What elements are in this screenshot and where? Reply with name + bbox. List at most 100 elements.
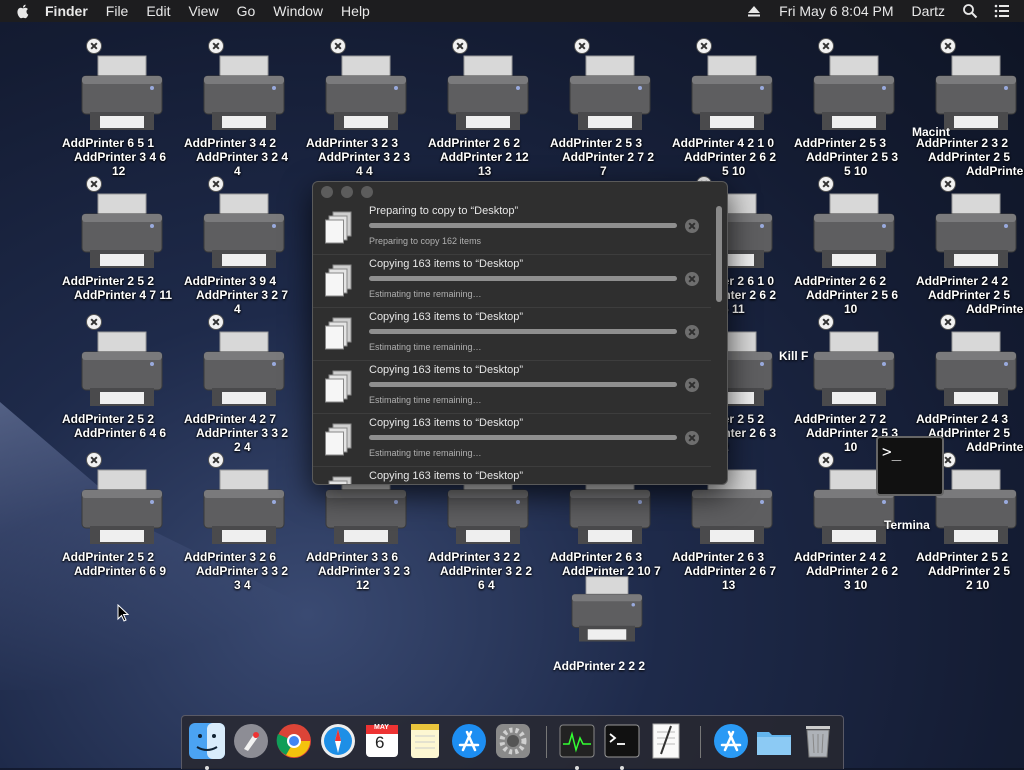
- notification-center-icon[interactable]: [994, 3, 1010, 19]
- printer-icon[interactable]: [198, 468, 290, 548]
- trash-icon[interactable]: [799, 722, 837, 760]
- macintosh-hd-label[interactable]: Macint: [912, 125, 950, 139]
- printer-icon[interactable]: [76, 192, 168, 272]
- apple-menu-icon[interactable]: [16, 3, 30, 19]
- printer-label[interactable]: AddPrinter 3 2 2: [428, 550, 520, 564]
- system-preferences-icon[interactable]: [494, 722, 532, 760]
- finder-menu[interactable]: Finder: [36, 0, 97, 22]
- folder-icon[interactable]: [755, 722, 793, 760]
- printer-icon[interactable]: [320, 54, 412, 134]
- printer-icon[interactable]: [930, 330, 1022, 410]
- activity-monitor-icon[interactable]: [558, 722, 596, 760]
- printer-icon[interactable]: [198, 192, 290, 272]
- remove-item-icon[interactable]: [208, 314, 224, 330]
- remove-item-icon[interactable]: [818, 176, 834, 192]
- terminal-label[interactable]: Termina: [884, 518, 930, 532]
- printer-icon[interactable]: [198, 330, 290, 410]
- safari-icon[interactable]: [319, 722, 357, 760]
- remove-item-icon[interactable]: [208, 176, 224, 192]
- printer-icon[interactable]: [442, 54, 534, 134]
- help-menu[interactable]: Help: [332, 0, 379, 22]
- desktop-printer-icon[interactable]: AddPrinter 2 5 2 AddPrinter 2 52 10: [916, 452, 1024, 592]
- scrollbar-thumb[interactable]: [716, 206, 722, 302]
- printer-label[interactable]: AddPrinter 3 4 2: [184, 136, 276, 150]
- printer-label[interactable]: AddPrinter 2 2 2: [553, 659, 645, 673]
- remove-item-icon[interactable]: [330, 38, 346, 54]
- app-store-downloads-icon[interactable]: [712, 722, 750, 760]
- eject-icon[interactable]: [746, 3, 762, 19]
- clock[interactable]: Fri May 6 8:04 PM: [770, 0, 902, 22]
- printer-label[interactable]: AddPrinter 2 5 2: [62, 274, 154, 288]
- printer-label[interactable]: AddPrinter 2 5 3: [794, 136, 886, 150]
- printer-label[interactable]: AddPrinter 3 9 4: [184, 274, 276, 288]
- zoom-window-button[interactable]: [361, 186, 373, 198]
- printer-icon[interactable]: [562, 575, 652, 645]
- remove-item-icon[interactable]: [818, 314, 834, 330]
- launchpad-icon[interactable]: [232, 722, 270, 760]
- printer-label[interactable]: AddPrinter 3 2 6: [184, 550, 276, 564]
- stop-copy-button[interactable]: [685, 272, 699, 286]
- printer-label[interactable]: AddPrinter 2 6 3: [550, 550, 642, 564]
- printer-icon[interactable]: [930, 192, 1022, 272]
- printer-label[interactable]: AddPrinter 4 2 7: [184, 412, 276, 426]
- printer-label[interactable]: AddPrinter 2 5 2: [62, 550, 154, 564]
- desktop-printer-icon[interactable]: AddPrinter 2 4 3 AddPrinter 2 5 AddPrinter…: [916, 314, 1024, 454]
- remove-item-icon[interactable]: [940, 38, 956, 54]
- chrome-icon[interactable]: [275, 722, 313, 760]
- printer-icon[interactable]: [808, 330, 900, 410]
- printer-icon[interactable]: [76, 330, 168, 410]
- printer-label[interactable]: AddPrinter 2 7 2: [794, 412, 886, 426]
- dialog-scrollbar[interactable]: [716, 206, 722, 478]
- terminal-icon[interactable]: >_: [876, 436, 944, 496]
- remove-item-icon[interactable]: [818, 38, 834, 54]
- copy-progress-window[interactable]: Preparing to copy to “Desktop” Preparing…: [312, 181, 728, 485]
- app-store-icon[interactable]: [450, 722, 488, 760]
- remove-item-icon[interactable]: [86, 38, 102, 54]
- remove-item-icon[interactable]: [940, 314, 956, 330]
- desktop-printer-icon[interactable]: AddPrinter 2 4 2 AddPrinter 2 5 AddPrinter…: [916, 176, 1024, 316]
- printer-label[interactable]: AddPrinter 2 5 2: [916, 550, 1008, 564]
- kill-label[interactable]: Kill F: [779, 349, 808, 363]
- printer-label[interactable]: AddPrinter 2 6 3: [672, 550, 764, 564]
- stop-copy-button[interactable]: [685, 431, 699, 445]
- remove-item-icon[interactable]: [696, 38, 712, 54]
- remove-item-icon[interactable]: [574, 38, 590, 54]
- printer-icon[interactable]: [808, 54, 900, 134]
- printer-label[interactable]: AddPrinter 6 5 1: [62, 136, 154, 150]
- stop-copy-button[interactable]: [685, 219, 699, 233]
- printer-label[interactable]: AddPrinter 2 4 2: [916, 274, 1008, 288]
- notes-icon[interactable]: [406, 722, 444, 760]
- remove-item-icon[interactable]: [208, 452, 224, 468]
- textedit-icon[interactable]: [647, 722, 685, 760]
- printer-icon[interactable]: [808, 192, 900, 272]
- terminal-icon[interactable]: [603, 722, 641, 760]
- file-menu[interactable]: File: [97, 0, 138, 22]
- remove-item-icon[interactable]: [818, 452, 834, 468]
- printer-icon[interactable]: [76, 54, 168, 134]
- printer-label[interactable]: AddPrinter 2 6 2: [794, 274, 886, 288]
- stop-copy-button[interactable]: [685, 325, 699, 339]
- printer-label[interactable]: AddPrinter 2 5 2: [62, 412, 154, 426]
- close-window-button[interactable]: [321, 186, 333, 198]
- remove-item-icon[interactable]: [86, 176, 102, 192]
- printer-label[interactable]: AddPrinter 2 4 3: [916, 412, 1008, 426]
- printer-icon[interactable]: [198, 54, 290, 134]
- remove-item-icon[interactable]: [86, 314, 102, 330]
- printer-label[interactable]: AddPrinter 3 3 6: [306, 550, 398, 564]
- stop-copy-button[interactable]: [685, 378, 699, 392]
- printer-label[interactable]: AddPrinter 2 4 2: [794, 550, 886, 564]
- remove-item-icon[interactable]: [940, 176, 956, 192]
- view-menu[interactable]: View: [179, 0, 227, 22]
- printer-label[interactable]: AddPrinter 3 2 3: [306, 136, 398, 150]
- finder-icon[interactable]: [188, 722, 226, 760]
- printer-icon[interactable]: [564, 54, 656, 134]
- spotlight-search-icon[interactable]: [962, 3, 978, 19]
- window-menu[interactable]: Window: [264, 0, 332, 22]
- printer-icon[interactable]: [686, 54, 778, 134]
- printer-label[interactable]: AddPrinter 2 6 2: [428, 136, 520, 150]
- window-titlebar[interactable]: [313, 182, 727, 202]
- minimize-window-button[interactable]: [341, 186, 353, 198]
- remove-item-icon[interactable]: [208, 38, 224, 54]
- desktop-printer-icon[interactable]: AddPrinter 2 3 2 AddPrinter 2 5 AddPrinter…: [916, 38, 1024, 178]
- remove-item-icon[interactable]: [452, 38, 468, 54]
